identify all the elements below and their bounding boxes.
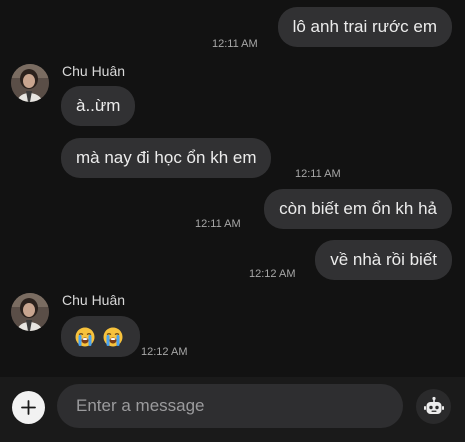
message-timestamp: 12:11 AM xyxy=(295,168,341,180)
incoming-message[interactable]: à..ừm xyxy=(61,86,136,126)
avatar[interactable] xyxy=(11,293,49,331)
add-attachment-button[interactable] xyxy=(12,391,45,424)
robot-icon xyxy=(423,396,444,414)
avatar-photo-icon xyxy=(11,293,49,331)
plus-icon xyxy=(21,400,36,415)
composer-bar xyxy=(0,377,465,442)
assistant-button[interactable] xyxy=(416,389,451,424)
message-timestamp: 12:11 AM xyxy=(212,38,258,50)
message-text: lô anh trai rước em xyxy=(292,17,437,36)
sender-name: Chu Huân xyxy=(62,292,126,308)
message-text: còn biết em ổn kh hả xyxy=(279,199,437,218)
loudly-crying-face-icon xyxy=(75,327,95,347)
message-text: về nhà rồi biết xyxy=(330,250,437,269)
message-timestamp: 12:12 AM xyxy=(141,346,188,358)
sender-name: Chu Huân xyxy=(62,63,126,79)
message-text: mà nay đi học ổn kh em xyxy=(76,148,257,167)
chat-thread: lô anh trai rước em 12:11 AM Chu Huân à.… xyxy=(0,0,465,377)
outgoing-message[interactable]: còn biết em ổn kh hả xyxy=(264,189,452,229)
avatar-photo-icon xyxy=(11,64,49,102)
message-text: à..ừm xyxy=(76,96,121,115)
outgoing-message[interactable]: về nhà rồi biết xyxy=(315,240,452,280)
message-input[interactable] xyxy=(57,384,403,428)
outgoing-message[interactable]: lô anh trai rước em xyxy=(277,7,452,47)
incoming-message[interactable]: mà nay đi học ổn kh em xyxy=(61,138,272,178)
message-timestamp: 12:11 AM xyxy=(195,218,241,230)
message-timestamp: 12:12 AM xyxy=(249,268,296,280)
incoming-emoji-message[interactable] xyxy=(61,316,140,357)
loudly-crying-face-icon xyxy=(103,327,123,347)
avatar[interactable] xyxy=(11,64,49,102)
